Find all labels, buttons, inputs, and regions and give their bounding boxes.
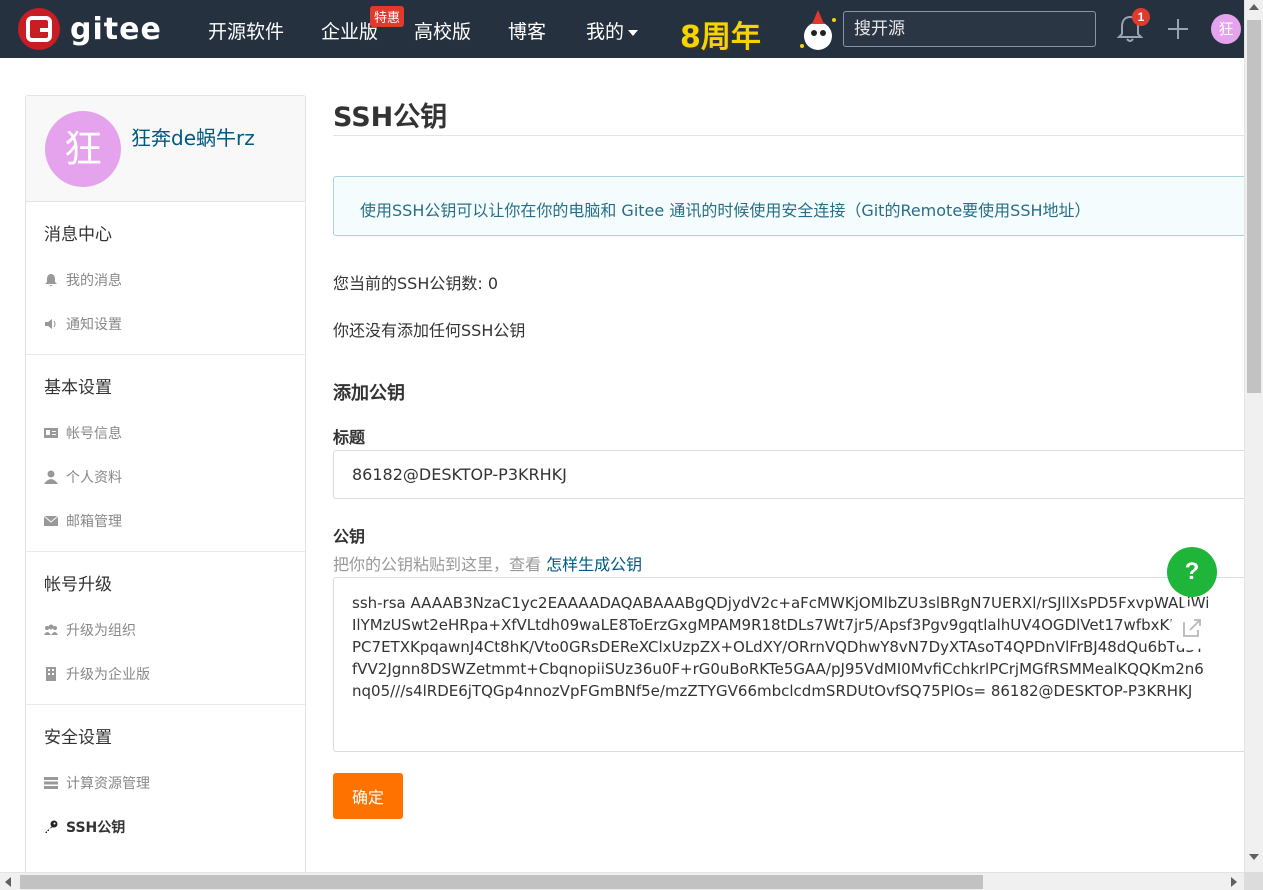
nav-mine-label: 我的 [586, 21, 625, 43]
sidebar-item-upgrade-enterprise[interactable]: 升级为企业版 [44, 652, 305, 696]
logo[interactable]: gitee [18, 8, 162, 50]
info-message: 使用SSH公钥可以让你在你的电脑和 Gitee 通讯的时候使用安全连接（Git的… [333, 176, 1244, 236]
nav-mine[interactable]: 我的 [586, 17, 639, 44]
user-avatar[interactable]: 狂 [1211, 14, 1241, 44]
sidebar-item-compute-resources[interactable]: 计算资源管理 [44, 761, 305, 805]
sidebar-item-label: 计算资源管理 [66, 776, 150, 792]
scroll-up-arrow-icon[interactable] [1249, 4, 1259, 10]
empty-message: 你还没有添加任何SSH公钥 [333, 321, 526, 340]
group-title: 帐号升级 [44, 575, 112, 595]
group-title: 消息中心 [44, 225, 112, 245]
plus-icon[interactable] [1166, 17, 1190, 41]
page-title: SSH公钥 [333, 95, 1244, 136]
sidebar-item-label: 帐号信息 [66, 426, 122, 442]
share-button[interactable] [1170, 606, 1214, 650]
envelope-icon [44, 515, 58, 526]
sidebar-item-label: SSH公钥 [66, 820, 126, 836]
sidebar-item-label: 升级为组织 [66, 623, 136, 639]
external-link-icon [1183, 619, 1201, 637]
gitee-logo-icon [18, 8, 60, 50]
group-title: 安全设置 [44, 728, 112, 748]
id-card-icon [44, 428, 58, 438]
sidebar-item-ssh-keys[interactable]: SSH公钥 [44, 805, 305, 849]
vertical-scrollbar[interactable] [1244, 0, 1263, 872]
sidebar-item-label: 个人资料 [66, 470, 122, 486]
nav-education[interactable]: 高校版 [414, 17, 471, 44]
scroll-down-arrow-icon[interactable] [1249, 854, 1259, 860]
top-navbar: gitee 开源软件 企业版 特惠 高校版 博客 我的 8周年 1 狂 [0, 0, 1244, 58]
scroll-right-arrow-icon[interactable] [1231, 877, 1237, 887]
sidebar-item-my-messages[interactable]: 我的消息 [44, 258, 305, 302]
notification-count-badge: 1 [1132, 8, 1150, 26]
main-content: SSH公钥 使用SSH公钥可以让你在你的电脑和 Gitee 通讯的时候使用安全连… [333, 95, 1244, 819]
horizontal-scroll-thumb[interactable] [20, 875, 983, 889]
profile-card: 狂 狂奔de蜗牛rz [26, 96, 305, 202]
how-to-generate-key-link[interactable]: 怎样生成公钥 [546, 555, 642, 574]
sidebar-group-basic: 基本设置 帐号信息 个人资料 邮箱管理 [26, 355, 305, 552]
sidebar-item-upgrade-org[interactable]: 升级为组织 [44, 608, 305, 652]
add-key-heading: 添加公钥 [333, 383, 405, 404]
sidebar-group-security: 安全设置 计算资源管理 SSH公钥 [26, 705, 305, 857]
nav-open-source[interactable]: 开源软件 [208, 17, 284, 44]
username-link[interactable]: 狂奔de蜗牛rz [131, 122, 255, 151]
scrollbar-corner [1244, 872, 1263, 890]
user-icon [44, 470, 58, 484]
scroll-left-arrow-icon[interactable] [5, 877, 11, 887]
sidebar-item-label: 邮箱管理 [66, 514, 122, 530]
sidebar-item-account-info[interactable]: 帐号信息 [44, 411, 305, 455]
building-icon [46, 667, 56, 681]
sidebar-item-label: 我的消息 [66, 273, 122, 289]
sidebar-item-label: 升级为企业版 [66, 667, 150, 683]
chevron-down-icon [628, 29, 639, 36]
speaker-icon [45, 319, 56, 329]
search-input[interactable] [843, 11, 1096, 47]
title-input[interactable] [333, 450, 1244, 499]
bell-icon [45, 274, 57, 287]
sidebar-item-label: 通知设置 [66, 317, 122, 333]
key-icon [45, 820, 58, 833]
vertical-scroll-thumb[interactable] [1247, 20, 1261, 393]
anniversary-text: 8周年 [680, 20, 761, 55]
help-button[interactable]: ? [1167, 547, 1217, 597]
anniversary-banner[interactable]: 8周年 [680, 6, 845, 66]
users-icon [44, 624, 58, 635]
submit-button[interactable]: 确定 [333, 773, 403, 819]
ssh-key-count: 您当前的SSH公钥数: 0 [333, 274, 499, 293]
key-label: 公钥 [333, 527, 366, 546]
brand-name: gitee [70, 11, 162, 47]
sidebar-item-profile[interactable]: 个人资料 [44, 455, 305, 499]
mascot-icon [800, 10, 836, 50]
horizontal-scrollbar[interactable] [0, 872, 1244, 890]
group-title: 基本设置 [44, 378, 112, 398]
key-hint-text: 把你的公钥粘贴到这里，查看 [333, 555, 547, 574]
nav-blog[interactable]: 博客 [508, 17, 546, 44]
sidebar-item-email[interactable]: 邮箱管理 [44, 499, 305, 543]
key-hint: 把你的公钥粘贴到这里，查看 怎样生成公钥 [333, 551, 642, 575]
server-icon [44, 777, 58, 789]
avatar[interactable]: 狂 [45, 111, 121, 187]
title-label: 标题 [333, 428, 366, 447]
sidebar-group-messages: 消息中心 我的消息 通知设置 [26, 202, 305, 355]
public-key-textarea[interactable]: ssh-rsa AAAAB3NzaC1yc2EAAAADAQABAAABgQDj… [333, 577, 1244, 752]
settings-sidebar: 狂 狂奔de蜗牛rz 消息中心 我的消息 通知设置 基本设置 帐号信息 个人资料… [25, 95, 306, 872]
sidebar-group-upgrade: 帐号升级 升级为组织 升级为企业版 [26, 552, 305, 705]
special-offer-badge: 特惠 [370, 6, 405, 27]
sidebar-item-notification-settings[interactable]: 通知设置 [44, 302, 305, 346]
